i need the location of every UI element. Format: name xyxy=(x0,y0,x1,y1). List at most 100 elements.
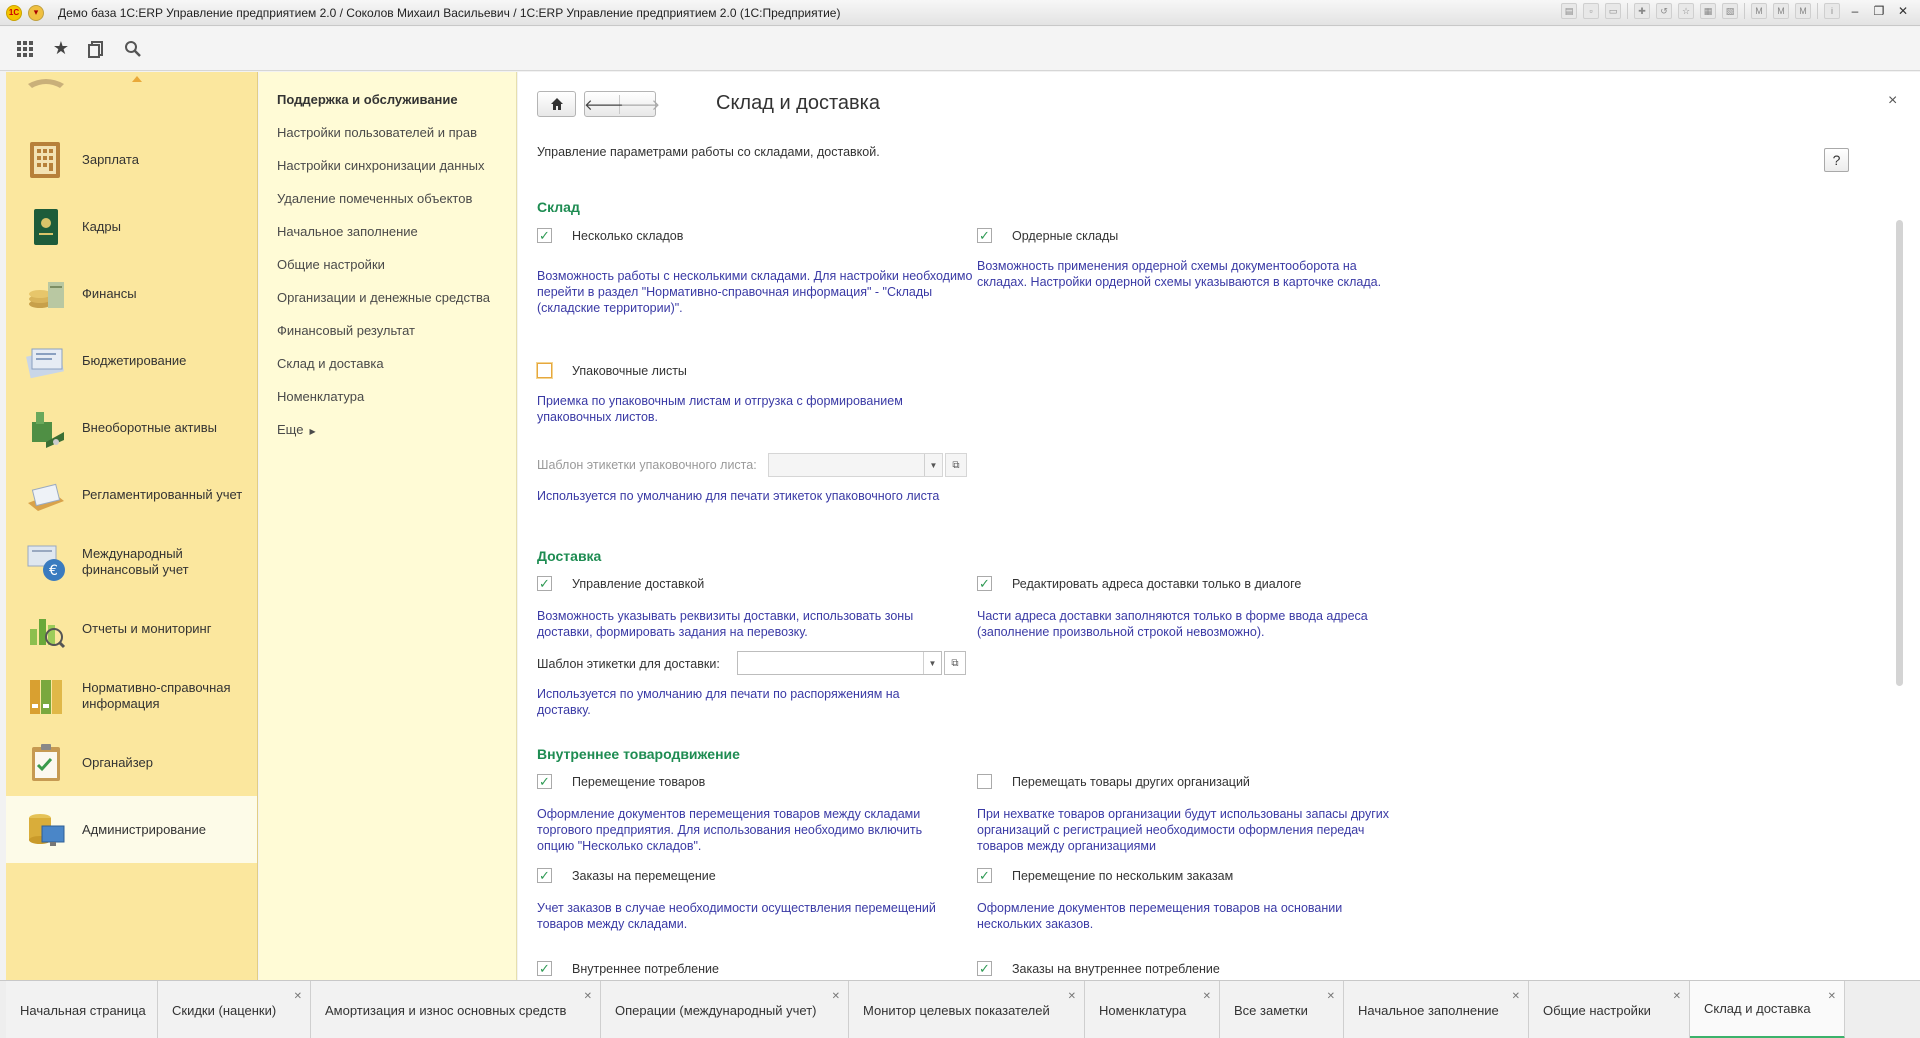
cmd-users-rights[interactable]: Настройки пользователей и прав xyxy=(277,125,477,140)
section-finance[interactable]: Финансы xyxy=(6,260,257,327)
cmd-general-settings[interactable]: Общие настройки xyxy=(277,257,385,272)
tab-warehouse-delivery[interactable]: Склад и доставка ✕ xyxy=(1690,981,1845,1038)
save-icon[interactable]: ▫ xyxy=(1583,3,1599,19)
open-icon[interactable]: ⧉ xyxy=(945,453,967,477)
forward-arrow-icon[interactable]: 🡒 xyxy=(620,95,660,114)
section-organizer[interactable]: Органайзер xyxy=(6,729,257,796)
cmd-more[interactable]: Еще ▶ xyxy=(277,422,316,437)
tab-close-icon[interactable]: ✕ xyxy=(294,991,302,1002)
open-icon[interactable]: ⧉ xyxy=(944,651,966,675)
consumption-orders-option[interactable]: ✓ Заказы на внутреннее потребление xyxy=(977,961,1220,976)
tab-depreciation[interactable]: Амортизация и износ основных средств ✕ xyxy=(311,981,601,1038)
tab-close-icon[interactable]: ✕ xyxy=(1512,991,1520,1002)
order-warehouses-option[interactable]: ✓ Ордерные склады xyxy=(977,228,1118,243)
option-note: Учет заказов в случае необходимости осущ… xyxy=(537,901,936,931)
favorites-icon[interactable]: ✚ xyxy=(1634,3,1650,19)
cmd-financial-result[interactable]: Финансовый результат xyxy=(277,323,415,338)
search-icon[interactable] xyxy=(122,38,144,60)
section-hr[interactable]: Кадры xyxy=(6,193,257,260)
close-icon[interactable]: × xyxy=(1888,92,1897,110)
packing-template-field[interactable]: ▼ xyxy=(768,453,943,477)
dropdown-arrow-icon[interactable]: ▼ xyxy=(924,454,942,476)
cmd-warehouse-delivery[interactable]: Склад и доставка xyxy=(277,356,384,371)
tab-close-icon[interactable]: ✕ xyxy=(584,991,592,1002)
section-regulated-accounting[interactable]: Регламентированный учет xyxy=(6,461,257,528)
history-link-icon[interactable]: ↺ xyxy=(1656,3,1672,19)
tab-discounts[interactable]: Скидки (наценки) ✕ xyxy=(158,981,311,1038)
restore-icon[interactable]: ❐ xyxy=(1870,3,1888,19)
section-administration[interactable]: Администрирование xyxy=(6,796,257,863)
cmd-organizations[interactable]: Организации и денежные средства xyxy=(277,290,490,305)
delivery-management-checkbox[interactable]: ✓ xyxy=(537,576,552,591)
memory-mminus-icon[interactable]: M xyxy=(1795,3,1811,19)
section-reports[interactable]: Отчеты и мониторинг xyxy=(6,595,257,662)
transfer-orders-option[interactable]: ✓ Заказы на перемещение xyxy=(537,868,716,883)
multi-orders-checkbox[interactable]: ✓ xyxy=(977,868,992,883)
tab-close-icon[interactable]: ✕ xyxy=(1203,991,1211,1002)
internal-consumption-option[interactable]: ✓ Внутреннее потребление xyxy=(537,961,719,976)
section-intl-accounting[interactable]: € Международный финансовый учет xyxy=(6,528,257,595)
tab-home-page[interactable]: Начальная страница xyxy=(6,981,158,1038)
tab-all-notes[interactable]: Все заметки ✕ xyxy=(1220,981,1344,1038)
history-icon[interactable] xyxy=(86,38,108,60)
cmd-nomenclature[interactable]: Номенклатура xyxy=(277,389,364,404)
multi-orders-option[interactable]: ✓ Перемещение по нескольким заказам xyxy=(977,868,1233,883)
main-menu-icon[interactable]: ▾ xyxy=(28,4,44,21)
internal-consumption-checkbox[interactable]: ✓ xyxy=(537,961,552,976)
delivery-management-option[interactable]: ✓ Управление доставкой xyxy=(537,576,704,591)
star-icon[interactable]: ★ xyxy=(50,38,72,60)
edit-address-checkbox[interactable]: ✓ xyxy=(977,576,992,591)
goods-transfer-option[interactable]: ✓ Перемещение товаров xyxy=(537,774,705,789)
apps-grid-icon[interactable] xyxy=(14,38,36,60)
minimize-icon[interactable]: ‒ xyxy=(1846,3,1864,19)
section-budget[interactable]: Бюджетирование xyxy=(6,327,257,394)
tab-initial-fill[interactable]: Начальное заполнение ✕ xyxy=(1344,981,1529,1038)
window-close-icon[interactable]: ✕ xyxy=(1894,3,1912,19)
scrollbar-thumb[interactable] xyxy=(1896,220,1903,686)
checkbox-label: Несколько складов xyxy=(572,228,684,243)
star-add-icon[interactable]: ☆ xyxy=(1678,3,1694,19)
multiple-warehouses-option[interactable]: ✓ Несколько складов xyxy=(537,228,683,243)
cmd-initial-fill[interactable]: Начальное заполнение xyxy=(277,224,418,239)
section-label: Органайзер xyxy=(82,754,153,770)
scroll-up-icon[interactable] xyxy=(132,76,142,82)
delivery-template-field[interactable]: ▼ xyxy=(737,651,942,675)
packing-lists-checkbox[interactable] xyxy=(537,363,552,378)
cmd-delete-marked[interactable]: Удаление помеченных объектов xyxy=(277,191,472,206)
edit-address-option[interactable]: ✓ Редактировать адреса доставки только в… xyxy=(977,576,1301,591)
memory-m-icon[interactable]: M xyxy=(1751,3,1767,19)
section-reference[interactable]: Нормативно-справочная информация xyxy=(6,662,257,729)
tab-intl-operations[interactable]: Операции (международный учет) ✕ xyxy=(601,981,849,1038)
section-salary[interactable]: Зарплата xyxy=(6,126,257,193)
goods-transfer-checkbox[interactable]: ✓ xyxy=(537,774,552,789)
tab-close-icon[interactable]: ✕ xyxy=(832,991,840,1002)
vertical-scrollbar[interactable] xyxy=(1894,132,1904,972)
tab-nomenclature[interactable]: Номенклатура ✕ xyxy=(1085,981,1220,1038)
other-orgs-option[interactable]: Перемещать товары других организаций xyxy=(977,774,1250,789)
section-fixed-assets[interactable]: Внеоборотные активы xyxy=(6,394,257,461)
document-icon[interactable]: ▭ xyxy=(1605,3,1621,19)
tab-close-icon[interactable]: ✕ xyxy=(1828,991,1836,1002)
tab-close-icon[interactable]: ✕ xyxy=(1673,991,1681,1002)
app-logo-icon[interactable]: 1С xyxy=(6,4,22,21)
other-orgs-checkbox[interactable] xyxy=(977,774,992,789)
info-icon[interactable]: i xyxy=(1824,3,1840,19)
memory-mplus-icon[interactable]: M xyxy=(1773,3,1789,19)
packing-lists-option[interactable]: Упаковочные листы xyxy=(537,363,687,378)
cmd-sync-settings[interactable]: Настройки синхронизации данных xyxy=(277,158,485,173)
transfer-orders-checkbox[interactable]: ✓ xyxy=(537,868,552,883)
multiple-warehouses-checkbox[interactable]: ✓ xyxy=(537,228,552,243)
order-warehouses-checkbox[interactable]: ✓ xyxy=(977,228,992,243)
print-icon[interactable]: ▤ xyxy=(1561,3,1577,19)
help-button[interactable]: ? xyxy=(1824,148,1849,172)
calculator-icon[interactable]: ▦ xyxy=(1700,3,1716,19)
tab-close-icon[interactable]: ✕ xyxy=(1068,991,1076,1002)
back-arrow-icon[interactable]: 🡐 xyxy=(584,94,624,114)
tab-close-icon[interactable]: ✕ xyxy=(1327,991,1335,1002)
consumption-orders-checkbox[interactable]: ✓ xyxy=(977,961,992,976)
dropdown-arrow-icon[interactable]: ▼ xyxy=(923,652,941,674)
home-button[interactable] xyxy=(537,91,576,117)
tab-general-settings[interactable]: Общие настройки ✕ xyxy=(1529,981,1690,1038)
calendar-icon[interactable]: ▧ xyxy=(1722,3,1738,19)
tab-kpi-monitor[interactable]: Монитор целевых показателей ✕ xyxy=(849,981,1085,1038)
